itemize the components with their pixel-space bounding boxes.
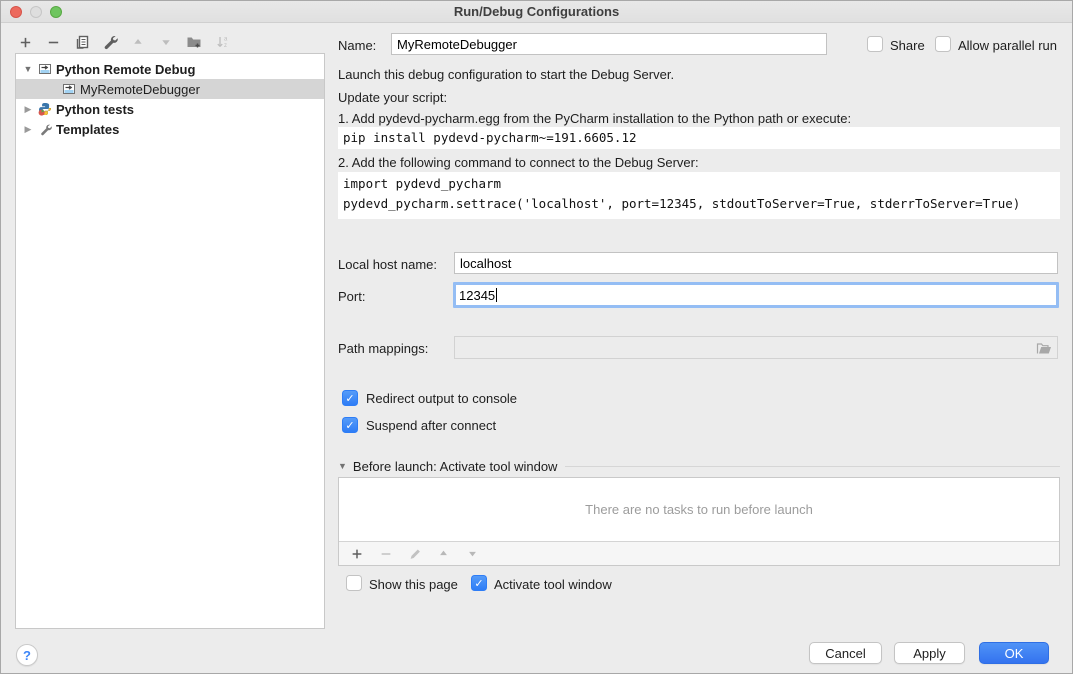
tree-item-label: Python Remote Debug xyxy=(56,62,195,77)
activate-tool-window-checkbox[interactable]: ✓ xyxy=(471,575,487,591)
move-up-button xyxy=(129,34,146,51)
help-icon: ? xyxy=(23,648,31,663)
window-title: Run/Debug Configurations xyxy=(1,4,1072,19)
remove-configuration-button[interactable] xyxy=(45,34,62,51)
instruction-step-1: 1. Add pydevd-pycharm.egg from the PyCha… xyxy=(338,111,851,126)
remove-icon xyxy=(46,35,61,50)
cancel-button[interactable]: Cancel xyxy=(809,642,882,664)
port-value: 12345 xyxy=(459,288,495,303)
path-mappings-input xyxy=(454,336,1058,359)
chevron-right-icon[interactable]: ▶ xyxy=(23,104,33,115)
before-launch-title: Before launch: Activate tool window xyxy=(353,459,558,474)
cancel-label: Cancel xyxy=(825,646,865,661)
add-task-button[interactable] xyxy=(348,545,365,562)
tree-toolbar: az xyxy=(17,32,230,52)
pip-install-code[interactable]: pip install pydevd-pycharm~=191.6605.12 xyxy=(338,127,1060,149)
svg-text:a: a xyxy=(224,37,228,43)
allow-parallel-run-label: Allow parallel run xyxy=(958,38,1057,53)
show-this-page-checkbox[interactable] xyxy=(346,575,362,591)
add-icon xyxy=(350,547,364,561)
share-checkbox[interactable] xyxy=(867,36,883,52)
remote-debug-config-icon xyxy=(61,82,77,96)
activate-tool-window-label: Activate tool window xyxy=(494,577,612,592)
before-launch-task-list: There are no tasks to run before launch xyxy=(338,477,1060,566)
add-configuration-button[interactable] xyxy=(17,34,34,51)
tree-item-label: MyRemoteDebugger xyxy=(80,82,200,97)
move-task-up-button xyxy=(435,545,452,562)
instruction-line-2: Update your script: xyxy=(338,90,447,105)
move-task-down-button xyxy=(464,545,481,562)
suspend-after-connect-label: Suspend after connect xyxy=(366,418,496,433)
settrace-code[interactable]: import pydevd_pycharm pydevd_pycharm.sett… xyxy=(338,172,1060,219)
add-icon xyxy=(18,35,33,50)
name-value: MyRemoteDebugger xyxy=(397,37,517,52)
configurations-tree: ▼ Python Remote Debug MyRemoteDebugger ▶… xyxy=(15,53,325,629)
redirect-output-label: Redirect output to console xyxy=(366,391,517,406)
ok-label: OK xyxy=(1005,646,1024,661)
tree-item-label: Templates xyxy=(56,122,119,137)
name-label: Name: xyxy=(338,38,376,53)
instruction-line-1: Launch this debug configuration to start… xyxy=(338,67,674,82)
edit-templates-button[interactable] xyxy=(101,34,118,51)
new-folder-icon xyxy=(186,34,202,50)
apply-label: Apply xyxy=(913,646,946,661)
apply-button[interactable]: Apply xyxy=(894,642,965,664)
svg-text:z: z xyxy=(224,43,227,49)
local-host-name-input[interactable]: localhost xyxy=(454,252,1058,274)
move-up-icon xyxy=(131,35,145,49)
remove-icon xyxy=(379,547,393,561)
tree-item-myremotedebugger[interactable]: MyRemoteDebugger xyxy=(16,79,324,99)
port-input[interactable]: 12345 xyxy=(453,282,1059,308)
move-up-icon xyxy=(437,547,450,560)
copy-configuration-button[interactable] xyxy=(73,34,90,51)
titlebar: Run/Debug Configurations xyxy=(1,1,1072,23)
name-input[interactable]: MyRemoteDebugger xyxy=(391,33,827,55)
sort-alpha-icon: az xyxy=(214,34,230,50)
tree-item-templates[interactable]: ▶ Templates xyxy=(16,119,324,139)
port-label: Port: xyxy=(338,289,365,304)
instruction-step-2: 2. Add the following command to connect … xyxy=(338,155,699,170)
text-caret xyxy=(496,288,497,302)
create-folder-button[interactable] xyxy=(185,34,202,51)
templates-wrench-icon xyxy=(37,122,53,136)
remove-task-button xyxy=(377,545,394,562)
copy-icon xyxy=(74,34,90,50)
move-down-icon xyxy=(466,547,479,560)
wrench-icon xyxy=(102,34,118,50)
section-divider xyxy=(565,466,1060,467)
before-launch-header[interactable]: ▼ Before launch: Activate tool window xyxy=(338,458,1060,474)
settrace-code-line-1: import pydevd_pycharm xyxy=(343,176,501,191)
sort-configurations-button: az xyxy=(213,34,230,51)
chevron-down-icon[interactable]: ▼ xyxy=(23,64,33,74)
allow-parallel-run-checkbox[interactable] xyxy=(935,36,951,52)
edit-icon xyxy=(408,547,422,561)
tree-item-python-remote-debug[interactable]: ▼ Python Remote Debug xyxy=(16,59,324,79)
run-debug-configurations-dialog: Run/Debug Configurations az ▼ xyxy=(0,0,1073,674)
help-button[interactable]: ? xyxy=(16,644,38,666)
redirect-output-checkbox[interactable]: ✓ xyxy=(342,390,358,406)
ok-button[interactable]: OK xyxy=(979,642,1049,664)
move-down-button xyxy=(157,34,174,51)
python-tests-icon xyxy=(37,102,53,116)
path-mappings-label: Path mappings: xyxy=(338,341,428,356)
remote-debug-config-icon xyxy=(37,62,53,76)
local-host-name-value: localhost xyxy=(460,256,511,271)
tree-item-label: Python tests xyxy=(56,102,134,117)
chevron-down-icon[interactable]: ▼ xyxy=(338,461,347,471)
local-host-name-label: Local host name: xyxy=(338,257,437,272)
edit-task-button xyxy=(406,545,423,562)
show-this-page-label: Show this page xyxy=(369,577,458,592)
share-label: Share xyxy=(890,38,925,53)
browse-folder-icon[interactable] xyxy=(1036,341,1052,355)
task-toolbar xyxy=(339,541,1059,565)
tree-item-python-tests[interactable]: ▶ Python tests xyxy=(16,99,324,119)
suspend-after-connect-checkbox[interactable]: ✓ xyxy=(342,417,358,433)
chevron-right-icon[interactable]: ▶ xyxy=(23,124,33,135)
empty-task-message: There are no tasks to run before launch xyxy=(339,478,1059,541)
move-down-icon xyxy=(159,35,173,49)
settrace-code-line-2: pydevd_pycharm.settrace('localhost', por… xyxy=(343,196,1020,211)
